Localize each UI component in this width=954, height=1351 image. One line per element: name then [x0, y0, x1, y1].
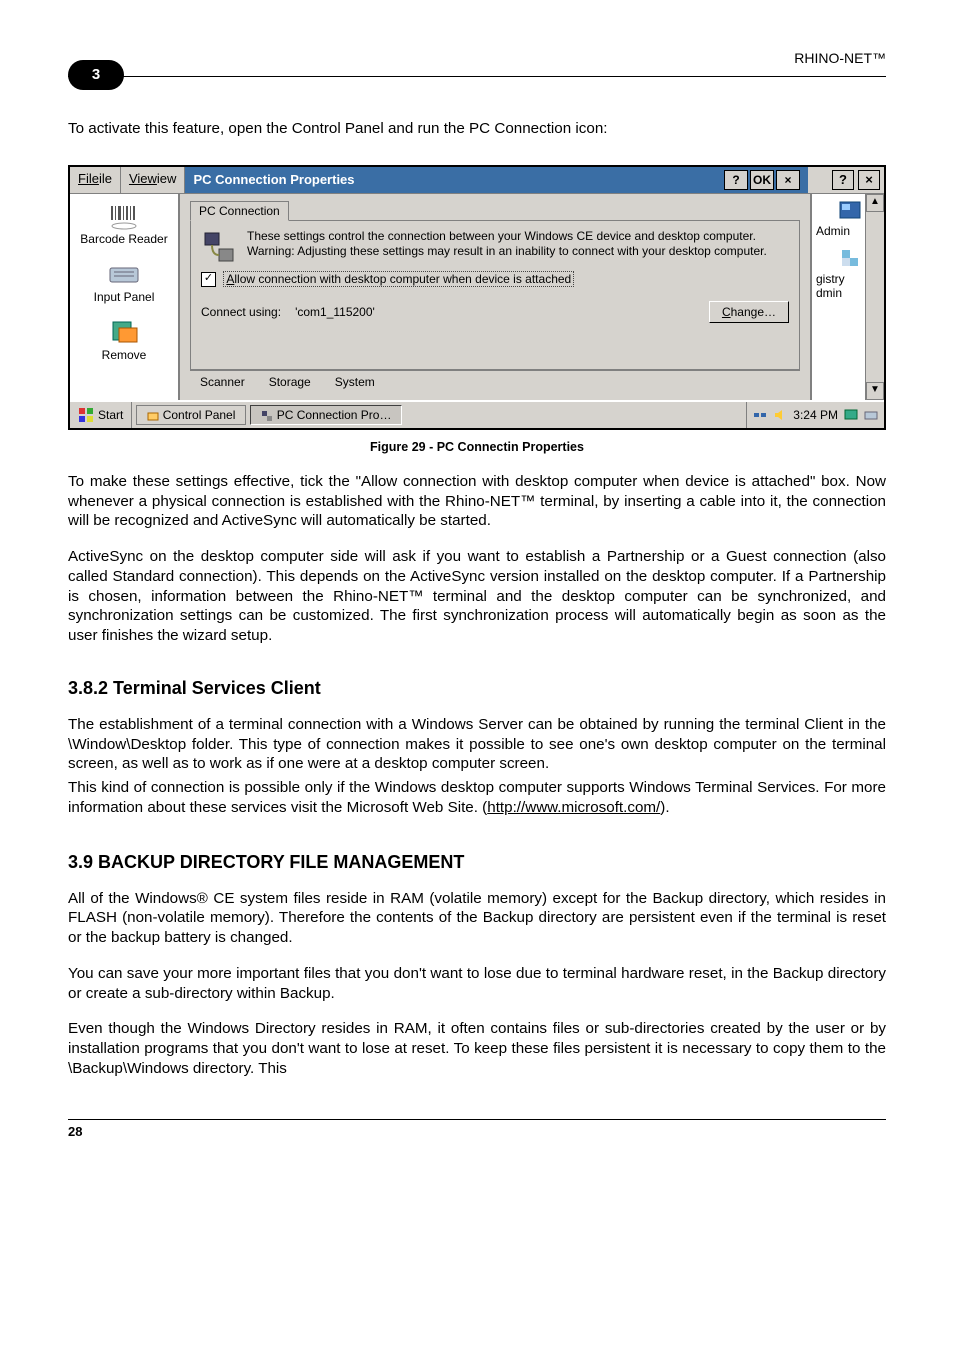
page-number: 28: [68, 1124, 82, 1139]
admin-icon: [836, 198, 864, 222]
folder-icon: [147, 410, 159, 422]
connection-icon: [201, 229, 237, 268]
para-382-1: The establishment of a terminal connecti…: [68, 715, 886, 774]
menu-view[interactable]: Viewiew: [121, 167, 185, 193]
dialog-close-button[interactable]: ×: [776, 170, 800, 190]
allow-connection-checkbox[interactable]: ✓: [201, 272, 216, 287]
outer-close-button[interactable]: ×: [858, 170, 880, 190]
checkbox-label: AAllow connection with desktop computer …: [223, 271, 574, 287]
cp-label-input-panel: Input Panel: [94, 290, 155, 304]
windows-logo-icon: [78, 407, 94, 423]
info-text: These settings control the connection be…: [247, 229, 789, 268]
task-pc-connection-label: PC Connection Pro…: [277, 408, 392, 422]
microsoft-link[interactable]: http://www.microsoft.com/: [487, 799, 660, 816]
cp-item-barcode[interactable]: Barcode Reader: [80, 200, 167, 246]
para-39-2: You can save your more important files t…: [68, 964, 886, 1004]
keyboard-icon: [107, 258, 141, 288]
intro-text: To activate this feature, open the Contr…: [68, 119, 886, 139]
cp-item-remove[interactable]: Remove: [102, 316, 147, 362]
task-pc-connection[interactable]: PC Connection Pro…: [250, 405, 402, 425]
change-button[interactable]: Change…Change…: [709, 301, 789, 323]
header-brand: RHINO-NET™: [794, 50, 886, 66]
dialog-body: PC Connection These settings control the…: [180, 194, 810, 400]
remove-programs-icon: [107, 316, 141, 346]
taskbar: Start Control Panel PC Connection Pro… 3…: [70, 400, 884, 428]
connection-small-icon: [261, 410, 273, 422]
tab-pc-connection[interactable]: PC Connection: [190, 201, 289, 221]
registry-icon: [836, 246, 864, 270]
para-39-1: All of the Windows® CE system files resi…: [68, 889, 886, 948]
scroll-up-icon[interactable]: ▲: [866, 194, 884, 212]
scrollbar[interactable]: ▲ ▼: [865, 194, 884, 400]
screenshot-figure: Fileile Viewiew PC Connection Properties…: [68, 165, 886, 430]
dialog-help-button[interactable]: ?: [724, 170, 748, 190]
menubar: Fileile Viewiew PC Connection Properties…: [70, 167, 884, 194]
tray-desktop-icon[interactable]: [844, 408, 858, 422]
tray-keyboard-icon[interactable]: [864, 408, 878, 422]
outer-help-button[interactable]: ?: [832, 170, 854, 190]
dialog-titlebar: PC Connection Properties ? OK ×: [185, 167, 808, 193]
bottom-tabs: Scanner Storage System: [190, 370, 800, 393]
tab-system[interactable]: System: [335, 375, 375, 389]
control-panel-left: Barcode Reader Input Panel Remove: [70, 194, 180, 400]
para-382-2a: This kind of connection is possible only…: [68, 779, 886, 816]
cp-label-barcode: Barcode Reader: [80, 232, 167, 246]
dialog-ok-button[interactable]: OK: [750, 170, 774, 190]
heading-382: 3.8.2 Terminal Services Client: [68, 678, 886, 699]
scroll-down-icon[interactable]: ▼: [866, 382, 884, 400]
cp-item-input-panel[interactable]: Input Panel: [94, 258, 155, 304]
connect-using-value: 'com1_115200': [295, 305, 375, 319]
page-footer: 28: [68, 1119, 886, 1139]
para-39-3: Even though the Windows Directory reside…: [68, 1019, 886, 1078]
start-button[interactable]: Start: [70, 402, 132, 428]
para-382-2b: ).: [660, 799, 669, 816]
menu-file[interactable]: Fileile: [70, 167, 121, 193]
task-control-panel-label: Control Panel: [163, 408, 236, 422]
chapter-badge: 3: [68, 60, 124, 90]
barcode-icon: [107, 200, 141, 230]
figure-caption: Figure 29 - PC Connectin Properties: [68, 440, 886, 454]
connect-using-label: Connect using:: [201, 305, 281, 319]
dialog-title: PC Connection Properties: [193, 172, 354, 187]
cp-label-remove: Remove: [102, 348, 147, 362]
menu-view-label: View: [129, 171, 157, 186]
para-activesync: ActiveSync on the desktop computer side …: [68, 547, 886, 646]
outer-window-buttons: ? ×: [808, 167, 884, 193]
start-label: Start: [98, 408, 123, 422]
tab-storage[interactable]: Storage: [269, 375, 311, 389]
menu-file-label: File: [78, 171, 99, 186]
system-tray: 3:24 PM: [746, 402, 884, 428]
para-effective: To make these settings effective, tick t…: [68, 472, 886, 531]
tray-volume-icon[interactable]: [773, 408, 787, 422]
heading-39: 3.9 BACKUP DIRECTORY FILE MANAGEMENT: [68, 852, 886, 873]
control-panel-right: Admin gistry dmin ▲ ▼: [810, 194, 884, 400]
tray-clock: 3:24 PM: [793, 408, 838, 422]
para-382-2: This kind of connection is possible only…: [68, 778, 886, 818]
tab-scanner[interactable]: Scanner: [200, 375, 245, 389]
task-control-panel[interactable]: Control Panel: [136, 405, 246, 425]
tray-network-icon[interactable]: [753, 408, 767, 422]
